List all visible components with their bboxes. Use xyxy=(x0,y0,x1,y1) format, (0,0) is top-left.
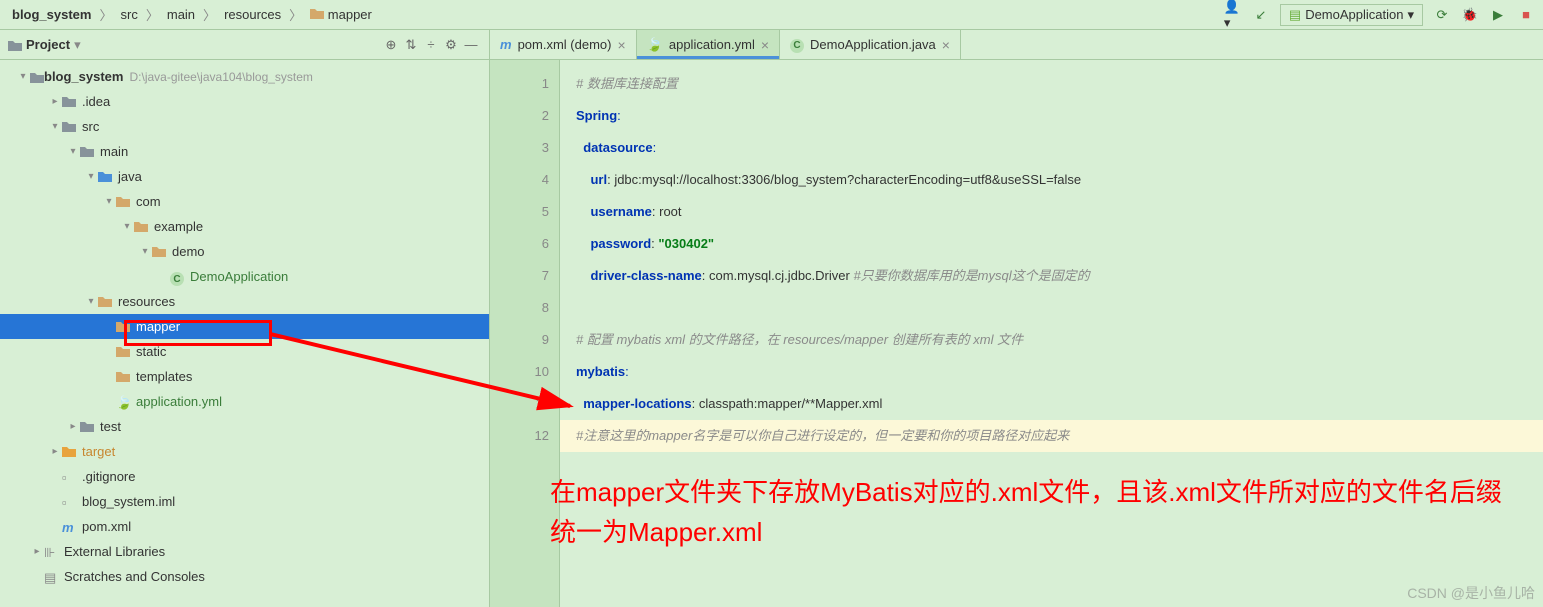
collapse-icon[interactable]: — xyxy=(461,35,481,55)
tree-item[interactable]: mapper xyxy=(0,314,489,339)
tree-arrow-icon[interactable]: ▾ xyxy=(84,296,98,307)
chevron-down-icon: ▾ xyxy=(1407,7,1414,23)
tree-item[interactable]: CDemoApplication xyxy=(0,264,489,289)
editor-tabs: mpom.xml (demo)×🍃application.yml×CDemoAp… xyxy=(490,30,1543,60)
breadcrumb: blog_system 〉 src 〉 main 〉 resources 〉 m… xyxy=(8,5,1224,24)
tree-item[interactable]: templates xyxy=(0,364,489,389)
folder-tan-icon xyxy=(116,345,132,359)
class-icon: C xyxy=(790,36,804,53)
divide-icon[interactable]: ÷ xyxy=(421,35,441,55)
app-icon: ▤ xyxy=(1289,7,1301,23)
tree-item[interactable]: ▾example xyxy=(0,214,489,239)
tree-arrow-icon[interactable]: ▾ xyxy=(84,171,98,182)
scratch-icon: ▤ xyxy=(44,570,60,584)
sync-icon[interactable]: ↙ xyxy=(1252,6,1270,24)
tree-item[interactable]: ▤Scratches and Consoles xyxy=(0,564,489,589)
breadcrumb-item[interactable]: blog_system xyxy=(8,5,95,24)
tree-item[interactable]: static xyxy=(0,339,489,364)
tree-item[interactable]: 🍃application.yml xyxy=(0,389,489,414)
tree-arrow-icon[interactable]: ▸ xyxy=(30,546,44,557)
folder-tan-icon xyxy=(152,245,168,259)
folder-icon xyxy=(62,120,78,134)
tree-arrow-icon[interactable]: ▾ xyxy=(66,146,80,157)
build-icon[interactable]: ⟳ xyxy=(1433,6,1451,24)
editor-tab[interactable]: mpom.xml (demo)× xyxy=(490,30,637,59)
folder-orange-icon xyxy=(62,445,78,459)
breadcrumb-item[interactable]: main xyxy=(163,5,199,24)
close-icon[interactable]: × xyxy=(942,37,950,53)
tree-item[interactable]: ▾java xyxy=(0,164,489,189)
tree-arrow-icon[interactable]: ▸ xyxy=(66,421,80,432)
m-icon: m xyxy=(500,37,512,52)
tree-arrow-icon[interactable]: ▾ xyxy=(48,121,62,132)
m-icon: m xyxy=(62,520,78,534)
yml-icon: 🍃 xyxy=(647,37,663,53)
tree-arrow-icon[interactable]: ▸ xyxy=(48,96,62,107)
gear-icon[interactable]: ⚙ xyxy=(441,35,461,55)
file-icon: ▫ xyxy=(62,495,78,509)
tree-item[interactable]: mpom.xml xyxy=(0,514,489,539)
class-icon: C xyxy=(170,270,186,284)
tree-item[interactable]: ▸⊪External Libraries xyxy=(0,539,489,564)
breadcrumb-item[interactable]: mapper xyxy=(306,5,376,24)
close-icon[interactable]: × xyxy=(761,37,769,53)
run-icon[interactable]: ▶ xyxy=(1489,6,1507,24)
user-icon[interactable]: 👤▾ xyxy=(1224,6,1242,24)
folder-icon xyxy=(310,7,324,19)
expand-icon[interactable]: ⇅ xyxy=(401,35,421,55)
folder-icon xyxy=(62,95,78,109)
tree-item[interactable]: ▫blog_system.iml xyxy=(0,489,489,514)
editor-tab[interactable]: 🍃application.yml× xyxy=(637,30,780,59)
tree-item[interactable]: ▸test xyxy=(0,414,489,439)
folder-tan-icon xyxy=(116,370,132,384)
tree-item[interactable]: ▾resources xyxy=(0,289,489,314)
folder-tan-icon xyxy=(98,295,114,309)
project-panel-title[interactable]: Project ▾ xyxy=(8,37,381,53)
tree-arrow-icon[interactable]: ▸ xyxy=(48,446,62,457)
tree-item[interactable]: ▾src xyxy=(0,114,489,139)
watermark: CSDN @是小鱼儿哈 xyxy=(1407,583,1535,603)
tree-item[interactable]: ▾com xyxy=(0,189,489,214)
chevron-right-icon: 〉 xyxy=(289,5,302,24)
lib-icon: ⊪ xyxy=(44,545,60,559)
folder-icon xyxy=(80,145,96,159)
chevron-right-icon: 〉 xyxy=(99,5,112,24)
file-icon: ▫ xyxy=(62,470,78,484)
tree-arrow-icon[interactable]: ▾ xyxy=(138,246,152,257)
stop-icon[interactable]: ■ xyxy=(1517,6,1535,24)
editor-tab[interactable]: CDemoApplication.java× xyxy=(780,30,961,59)
tree-root[interactable]: ▾ blog_system D:\java-gitee\java104\blog… xyxy=(0,64,489,89)
folder-icon xyxy=(30,71,44,83)
chevron-right-icon: 〉 xyxy=(203,5,216,24)
folder-blue-icon xyxy=(98,170,114,184)
tree-arrow-icon[interactable]: ▾ xyxy=(120,221,134,232)
folder-tan-icon xyxy=(116,195,132,209)
folder-icon xyxy=(80,420,96,434)
annotation-text: 在mapper文件夹下存放MyBatis对应的.xml文件，且该.xml文件所对… xyxy=(550,472,1510,552)
tree-item[interactable]: ▾demo xyxy=(0,239,489,264)
project-tree[interactable]: ▾ blog_system D:\java-gitee\java104\blog… xyxy=(0,60,489,607)
folder-tan-icon xyxy=(134,220,150,234)
folder-tan-icon xyxy=(116,320,132,334)
tree-item[interactable]: ▾main xyxy=(0,139,489,164)
run-config-dropdown[interactable]: ▤ DemoApplication ▾ xyxy=(1280,4,1423,26)
project-icon xyxy=(8,39,22,51)
yml-icon: 🍃 xyxy=(116,395,132,409)
breadcrumb-item[interactable]: src xyxy=(117,5,142,24)
breadcrumb-item[interactable]: resources xyxy=(220,5,285,24)
chevron-right-icon: 〉 xyxy=(146,5,159,24)
tree-item[interactable]: ▫.gitignore xyxy=(0,464,489,489)
tree-arrow-icon[interactable]: ▾ xyxy=(102,196,116,207)
tree-item[interactable]: ▸target xyxy=(0,439,489,464)
tree-item[interactable]: ▸.idea xyxy=(0,89,489,114)
close-icon[interactable]: × xyxy=(617,37,625,53)
debug-icon[interactable]: 🐞 xyxy=(1461,6,1479,24)
target-icon[interactable]: ⊕ xyxy=(381,35,401,55)
